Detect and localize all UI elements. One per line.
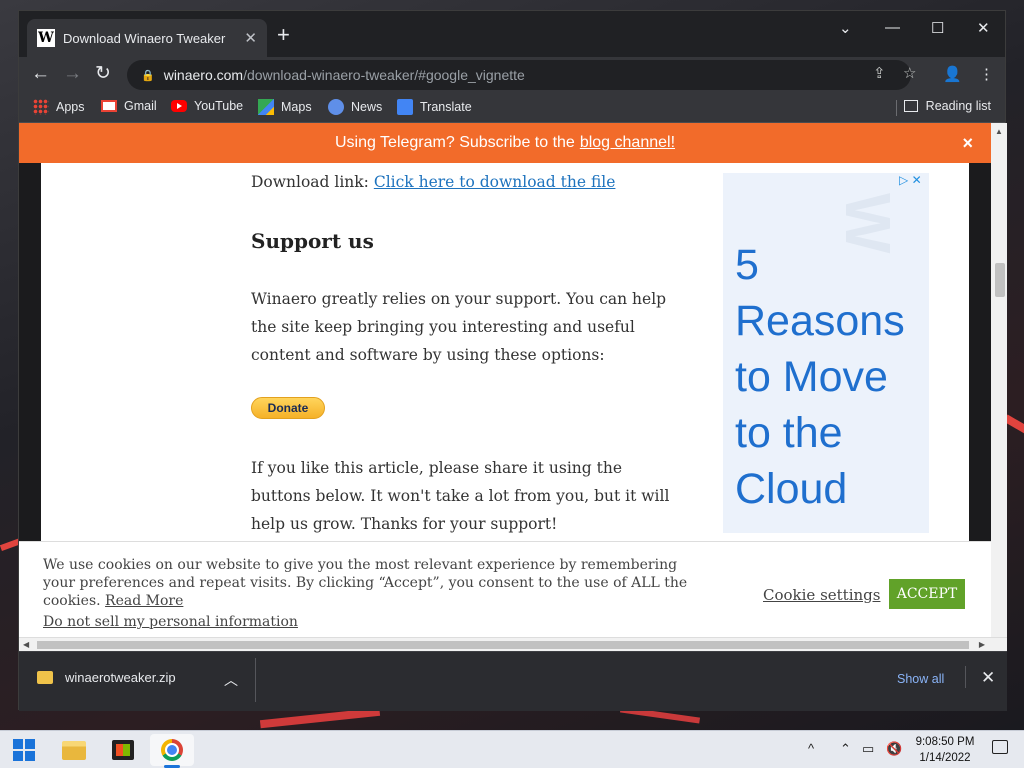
back-button[interactable]: ←: [31, 63, 50, 85]
reading-list-icon: [903, 100, 918, 112]
url-path: /download-winaero-tweaker/#google_vignet…: [243, 67, 525, 83]
chrome-icon: [161, 739, 183, 761]
chrome-taskbar-button[interactable]: [150, 734, 194, 766]
maximize-button[interactable]: ☐: [931, 19, 944, 37]
vertical-scroll-thumb[interactable]: [995, 263, 1005, 297]
download-file-link[interactable]: Click here to download the file: [374, 173, 616, 191]
gmail-icon: [101, 100, 117, 112]
address-bar[interactable]: 🔒 winaero.com/download-winaero-tweaker/#…: [127, 60, 911, 90]
store-button[interactable]: [101, 734, 145, 766]
apps-grid-icon: [33, 99, 49, 115]
taskbar: ^ ⌃ ▭ 🔇 9:08:50 PM 1/14/2022: [0, 730, 1024, 768]
browser-window: W Download Winaero Tweaker ✕ + ⌄ — ☐ ✕ ←…: [18, 10, 1007, 711]
download-filename: winaerotweaker.zip: [65, 670, 176, 685]
bookmark-translate[interactable]: Translate: [397, 99, 472, 115]
ad-headline: 5 Reasons to Move to the Cloud: [735, 241, 905, 513]
bookmark-gmail[interactable]: Gmail: [101, 99, 157, 113]
bookmarks-bar: Apps Gmail YouTube Maps News Translate R…: [19, 93, 1005, 123]
winaero-favicon-icon: W: [37, 29, 55, 47]
start-button[interactable]: [2, 734, 46, 766]
page-viewport: Using Telegram? Subscribe to the blog ch…: [19, 123, 991, 653]
blog-channel-link[interactable]: blog channel!: [580, 134, 675, 152]
maps-icon: [258, 99, 274, 115]
youtube-icon: [171, 100, 187, 112]
support-heading: Support us: [251, 229, 374, 253]
show-hidden-icons-chevron-icon[interactable]: ^: [808, 741, 814, 756]
volume-muted-icon[interactable]: 🔇: [886, 741, 902, 757]
show-all-button[interactable]: Show all: [897, 672, 944, 686]
scroll-up-arrow-icon[interactable]: ▲: [995, 127, 1003, 136]
banner-close-icon[interactable]: ×: [962, 133, 973, 154]
bookmarks-divider: [896, 100, 897, 116]
share-paragraph: If you like this article, please share i…: [251, 459, 670, 533]
downloads-bar: winaerotweaker.zip ︿ Show all ✕: [19, 651, 1007, 711]
bookmark-youtube[interactable]: YouTube: [171, 99, 243, 113]
bookmark-news[interactable]: News: [328, 99, 382, 115]
forward-button[interactable]: →: [63, 63, 82, 85]
menu-kebab-icon[interactable]: ⋮: [979, 65, 994, 83]
vertical-scrollbar[interactable]: ▲: [991, 123, 1007, 653]
tab-winaero[interactable]: W Download Winaero Tweaker ✕: [27, 19, 267, 57]
bookmark-star-icon[interactable]: ☆: [903, 64, 916, 82]
microsoft-store-icon: [112, 740, 134, 760]
tab-strip: W Download Winaero Tweaker ✕ + ⌄ — ☐ ✕: [19, 11, 1005, 57]
tab-search-chevron-icon[interactable]: ⌄: [839, 19, 852, 37]
downloads-divider-right: [965, 666, 966, 688]
file-explorer-button[interactable]: [52, 734, 96, 766]
zip-file-icon: [37, 671, 53, 684]
do-not-sell-link[interactable]: Do not sell my personal information: [43, 614, 298, 630]
ad-choices-icon[interactable]: ▷ ✕: [899, 173, 922, 187]
tab-close-icon[interactable]: ✕: [244, 29, 257, 47]
read-more-link[interactable]: Read More: [105, 593, 183, 609]
bookmark-maps[interactable]: Maps: [258, 99, 312, 115]
bookmark-apps[interactable]: Apps: [33, 99, 85, 115]
news-icon: [328, 99, 344, 115]
network-icon[interactable]: ⌃: [840, 741, 851, 757]
reload-button[interactable]: ↻: [95, 63, 111, 85]
display-icon[interactable]: ▭: [862, 741, 874, 757]
horizontal-scroll-thumb[interactable]: [37, 641, 969, 649]
tab-title: Download Winaero Tweaker: [63, 30, 226, 46]
file-explorer-icon: [62, 740, 86, 760]
new-tab-button[interactable]: +: [277, 24, 290, 46]
close-window-button[interactable]: ✕: [977, 19, 990, 37]
accept-cookies-button[interactable]: ACCEPT: [889, 579, 965, 609]
lock-icon: 🔒: [141, 69, 155, 82]
translate-icon: [397, 99, 413, 115]
cookie-text: We use cookies on our website to give yo…: [43, 557, 688, 609]
banner-text: Using Telegram? Subscribe to the: [334, 134, 575, 151]
profile-icon[interactable]: 👤: [943, 65, 962, 83]
notifications-icon[interactable]: [992, 740, 1008, 754]
download-item[interactable]: winaerotweaker.zip: [37, 670, 176, 685]
minimize-button[interactable]: —: [885, 19, 900, 36]
system-clock[interactable]: 9:08:50 PM 1/14/2022: [908, 734, 982, 766]
scroll-right-arrow-icon[interactable]: ▶: [979, 640, 985, 649]
cookie-consent-bar: We use cookies on our website to give yo…: [19, 541, 991, 645]
clock-date: 1/14/2022: [919, 752, 971, 764]
chevron-up-icon[interactable]: ︿: [224, 670, 238, 690]
browser-toolbar: ← → ↻ 🔒 winaero.com/download-winaero-twe…: [19, 57, 1005, 93]
clock-time: 9:08:50 PM: [915, 736, 975, 748]
url-host: winaero.com: [163, 67, 244, 83]
downloads-divider: [255, 658, 256, 702]
scroll-left-arrow-icon[interactable]: ◀: [23, 640, 29, 649]
close-downloads-icon[interactable]: ✕: [981, 668, 995, 688]
share-icon[interactable]: ⇪: [873, 64, 886, 82]
support-paragraph: Winaero greatly relies on your support. …: [251, 290, 667, 364]
reading-list-button[interactable]: Reading list: [903, 99, 991, 113]
advertisement[interactable]: W 5 Reasons to Move to the Cloud: [723, 173, 929, 533]
telegram-banner: Using Telegram? Subscribe to the blog ch…: [19, 123, 991, 163]
cookie-settings-link[interactable]: Cookie settings: [763, 586, 880, 604]
donate-button[interactable]: Donate: [251, 397, 325, 419]
windows-start-icon: [13, 739, 35, 761]
download-line: Download link: Click here to download th…: [251, 173, 616, 191]
